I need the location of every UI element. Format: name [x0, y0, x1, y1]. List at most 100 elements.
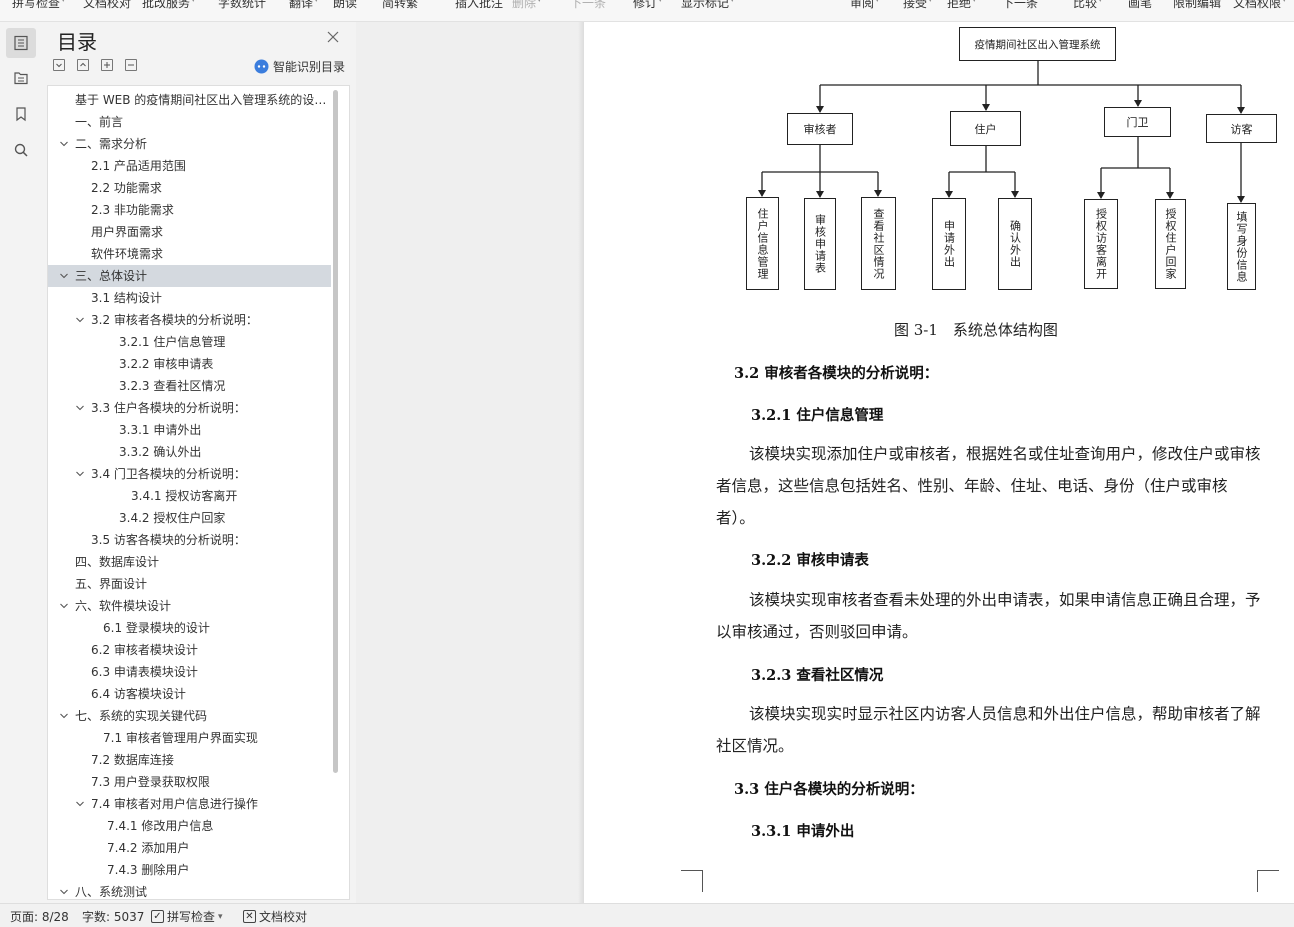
toolbar-item[interactable]: 接受 [903, 0, 927, 13]
chevron-down-icon[interactable] [75, 793, 87, 815]
chevron-down-icon: ▾ [972, 0, 977, 5]
toc-item[interactable]: 7.3 用户登录获取权限 [48, 771, 331, 793]
toolbar-item[interactable]: 文档校对 [83, 0, 131, 13]
toolbar-item[interactable]: 插入批注 [455, 0, 503, 13]
toc-item[interactable]: 3.3.2 确认外出 [48, 441, 331, 463]
toc-item[interactable]: 五、界面设计 [48, 573, 331, 595]
chevron-down-icon[interactable] [59, 595, 71, 617]
folder-tree-icon[interactable] [6, 63, 36, 93]
word-count[interactable]: 字数: 5037 [82, 908, 144, 925]
diagram-group-box: 门卫 [1104, 107, 1171, 137]
toc-item[interactable]: 2.3 非功能需求 [48, 199, 331, 221]
toc-item[interactable]: 3.2.3 查看社区情况 [48, 375, 331, 397]
toc-item[interactable]: 7.4.3 删除用户 [48, 859, 331, 881]
toc-item-label: 3.1 结构设计 [91, 291, 162, 305]
chevron-down-icon[interactable] [59, 133, 71, 155]
toc-item[interactable]: 7.4.1 修改用户信息 [48, 815, 331, 837]
toc-item-label: 六、软件模块设计 [75, 599, 172, 613]
toc-item[interactable]: 6.3 申请表模块设计 [48, 661, 331, 683]
bookmark-icon[interactable] [6, 99, 36, 129]
smart-toc-icon [254, 59, 269, 74]
toolbar-item[interactable]: 批改服务 [142, 0, 190, 13]
toc-item[interactable]: 6.1 登录模块的设计 [48, 617, 331, 639]
heading-3-2: 3.2 审核者各模块的分析说明： [734, 365, 939, 382]
arrowhead-icon [1237, 107, 1245, 114]
toolbar-item[interactable]: 下一条 [570, 0, 606, 13]
toolbar-item[interactable]: 简转繁 [382, 0, 418, 13]
chevron-down-icon[interactable] [75, 309, 87, 331]
toc-item[interactable]: 6.4 访客模块设计 [48, 683, 331, 705]
chevron-down-icon[interactable] [59, 705, 71, 727]
chevron-down-icon[interactable] [59, 881, 71, 899]
toc-item[interactable]: 软件环境需求 [48, 243, 331, 265]
toolbar-item[interactable]: 修订 [633, 0, 657, 13]
toc-item-label: 2.1 产品适用范围 [91, 159, 186, 173]
toolbar-item[interactable]: 限制编辑 [1173, 0, 1221, 13]
toc-item[interactable]: 用户界面需求 [48, 221, 331, 243]
toc-item[interactable]: 基于 WEB 的疫情期间社区出入管理系统的设计与实现 [48, 89, 331, 111]
smart-toc-button[interactable]: 智能识别目录 [254, 58, 345, 75]
toolbar-item[interactable]: 显示标记 [681, 0, 729, 13]
toc-item[interactable]: 7.4 审核者对用户信息进行操作 [48, 793, 331, 815]
proofread-status[interactable]: ✕ 文档校对 [243, 908, 307, 925]
toc-item-label: 软件环境需求 [91, 247, 164, 261]
toc-item[interactable]: 3.3 住户各模块的分析说明： [48, 397, 331, 419]
toc-item[interactable]: 7.1 审核者管理用户界面实现 [48, 727, 331, 749]
toc-item[interactable]: 三、总体设计 [48, 265, 331, 287]
collapse-level-icon[interactable] [53, 59, 65, 71]
toc-item[interactable]: 3.4.1 授权访客离开 [48, 485, 331, 507]
smart-toc-label: 智能识别目录 [273, 60, 346, 74]
close-icon[interactable] [326, 30, 342, 46]
toolbar-item[interactable]: 下一条 [1002, 0, 1038, 13]
page-indicator[interactable]: 页面: 8/28 [10, 908, 69, 925]
toc-icon[interactable] [6, 28, 36, 58]
toc-item[interactable]: 7.4.2 添加用户 [48, 837, 331, 859]
toc-item[interactable]: 7.2 数据库连接 [48, 749, 331, 771]
toolbar-item[interactable]: 拼写检查 [12, 0, 60, 13]
chevron-down-icon[interactable] [75, 463, 87, 485]
toc-item[interactable]: 六、软件模块设计 [48, 595, 331, 617]
check-icon: ✓ [151, 910, 164, 923]
chevron-down-icon[interactable] [59, 265, 71, 287]
figure-caption: 图 3-1 系统总体结构图 [894, 321, 1058, 339]
toolbar-item[interactable]: 拒绝 [947, 0, 971, 13]
toc-item[interactable]: 3.2.1 住户信息管理 [48, 331, 331, 353]
paragraph-3-2-1: 该模块实现添加住户或审核者，根据姓名或住址查询用户，修改住户或审核者信息，这些信… [716, 445, 1261, 527]
heading-3-2-1: 3.2.1 住户信息管理 [751, 407, 884, 424]
search-icon[interactable] [6, 135, 36, 165]
toc-item[interactable]: 3.4.2 授权住户回家 [48, 507, 331, 529]
toc-item[interactable]: 二、需求分析 [48, 133, 331, 155]
toc-item[interactable]: 3.2.2 审核申请表 [48, 353, 331, 375]
toolbar-item[interactable]: 文档权限 [1233, 0, 1281, 13]
toc-item[interactable]: 3.1 结构设计 [48, 287, 331, 309]
toc-scrollbar[interactable] [333, 90, 338, 773]
toolbar-item[interactable]: 字数统计 [218, 0, 266, 13]
chevron-down-icon[interactable] [75, 397, 87, 419]
toc-item[interactable]: 6.2 审核者模块设计 [48, 639, 331, 661]
toc-item[interactable]: 一、前言 [48, 111, 331, 133]
add-heading-icon[interactable] [101, 59, 113, 71]
toolbar-item[interactable]: 审阅 [850, 0, 874, 13]
toc-item[interactable]: 四、数据库设计 [48, 551, 331, 573]
toc-list: 基于 WEB 的疫情期间社区出入管理系统的设计与实现一、前言二、需求分析 2.1 … [47, 85, 350, 900]
expand-level-icon[interactable] [77, 59, 89, 71]
spell-check-status[interactable]: ✓ 拼写检查 ▾ [151, 908, 223, 925]
document-page[interactable]: 疫情期间社区出入管理系统 审核者 住户 门卫 访客 住户信息管理 审核申请表 查… [584, 22, 1294, 903]
toc-item[interactable]: 2.2 功能需求 [48, 177, 331, 199]
toc-item[interactable]: 3.5 访客各模块的分析说明： [48, 529, 331, 551]
arrowhead-icon [1237, 196, 1245, 203]
toolbar-item[interactable]: 画笔 [1128, 0, 1152, 13]
remove-heading-icon[interactable] [125, 59, 137, 71]
toc-item[interactable]: 3.4 门卫各模块的分析说明： [48, 463, 331, 485]
toolbar-item[interactable]: 删除 [512, 0, 536, 13]
toc-item[interactable]: 2.1 产品适用范围 [48, 155, 331, 177]
toolbar-item[interactable]: 翻译 [289, 0, 313, 13]
toc-item[interactable]: 七、系统的实现关键代码 [48, 705, 331, 727]
diagram-leaf-box: 授权住户回家 [1155, 199, 1186, 289]
toolbar-item[interactable]: 朗读 [333, 0, 357, 13]
toc-item-label: 二、需求分析 [75, 137, 148, 151]
toc-item[interactable]: 3.3.1 申请外出 [48, 419, 331, 441]
toc-item[interactable]: 八、系统测试 [48, 881, 331, 899]
toolbar-item[interactable]: 比较 [1073, 0, 1097, 13]
toc-item[interactable]: 3.2 审核者各模块的分析说明： [48, 309, 331, 331]
